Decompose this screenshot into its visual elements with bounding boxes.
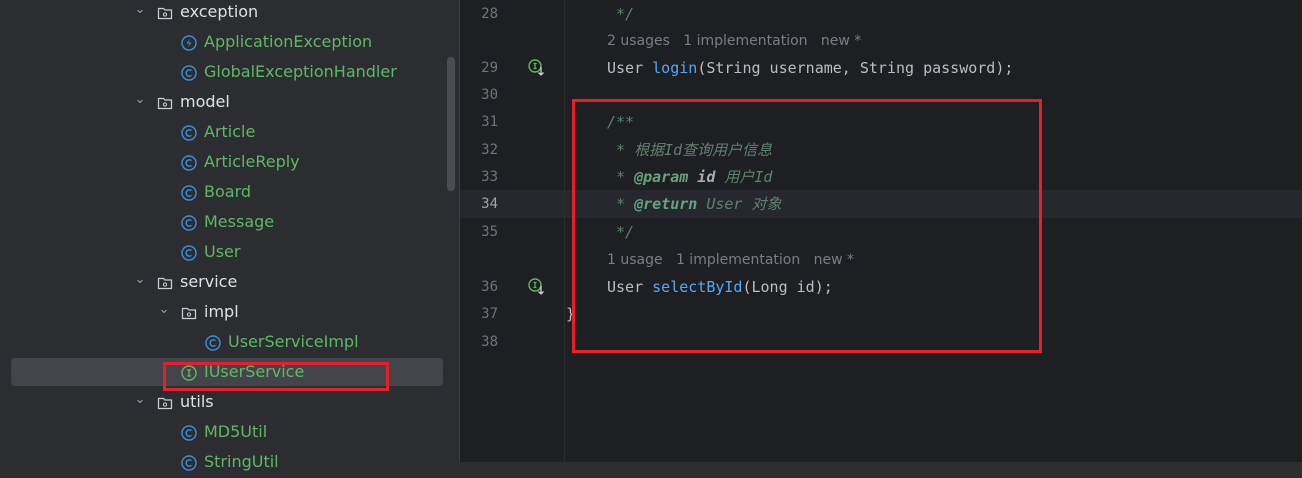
tree-file-MD5Util[interactable]: MD5Util [0, 418, 459, 448]
line-number: 33 [481, 169, 498, 185]
interface-icon [181, 365, 197, 381]
class-icon [181, 185, 197, 201]
folder-icon [157, 275, 173, 291]
tree-scrollbar[interactable] [447, 57, 455, 191]
line-number: 30 [481, 87, 498, 103]
tree-item-label: Article [204, 122, 256, 141]
tree-folder-impl[interactable]: ⌄ impl [0, 298, 459, 328]
line-number: 29 [481, 60, 498, 76]
line-number: 28 [481, 6, 498, 22]
tree-folder-utils[interactable]: ⌄ utils [0, 388, 459, 418]
chevron-down-icon[interactable]: ⌄ [157, 298, 171, 328]
chevron-down-icon[interactable]: ⌄ [133, 88, 147, 118]
method-name: login [652, 59, 698, 77]
exception-class-icon [181, 35, 197, 51]
code-line: * 根据Id查询用户信息 [607, 136, 772, 164]
javadoc-tag: @return [634, 195, 698, 213]
tree-item-label: IUserService [204, 362, 305, 381]
folder-icon [157, 395, 173, 411]
implemented-icon[interactable] [528, 278, 546, 296]
tree-folder-service[interactable]: ⌄ service [0, 268, 459, 298]
class-icon [181, 455, 197, 471]
gutter-divider [564, 0, 565, 462]
line-number: 32 [481, 142, 498, 158]
line-number: 36 [481, 279, 498, 295]
doc-comment: 用户Id [715, 168, 773, 186]
tree-file-Message[interactable]: Message [0, 208, 459, 238]
tree-folder-model[interactable]: ⌄ model [0, 88, 459, 118]
tree-item-label: impl [204, 302, 239, 321]
tree-item-label: StringUtil [204, 452, 279, 471]
method-name: selectById [652, 278, 743, 296]
tree-item-label: model [180, 92, 230, 111]
chevron-down-icon[interactable]: ⌄ [133, 268, 147, 298]
method-params: (Long id); [742, 278, 833, 296]
method-params: (String username, String password); [697, 59, 1014, 77]
class-icon [205, 335, 221, 351]
javadoc-param-name: id [688, 168, 716, 186]
tree-file-StringUtil[interactable]: StringUtil [0, 448, 459, 478]
doc-comment: */ [607, 5, 635, 23]
class-icon [181, 245, 197, 261]
code-line: * @param id 用户Id [607, 163, 772, 191]
tree-file-Board[interactable]: Board [0, 178, 459, 208]
tree-file-ApplicationException[interactable]: ApplicationException [0, 28, 459, 58]
folder-icon [157, 95, 173, 111]
tree-item-label: ArticleReply [204, 152, 300, 171]
current-line-highlight [460, 190, 1302, 218]
class-icon [181, 215, 197, 231]
tree-item-label: User [204, 242, 241, 261]
code-line: /** [607, 108, 634, 136]
line-number: 35 [481, 224, 498, 240]
code-vision-hint[interactable]: 1 usage 1 implementation new * [607, 248, 854, 272]
tree-file-Article[interactable]: Article [0, 118, 459, 148]
doc-comment: */ [607, 223, 635, 241]
closing-brace: } [566, 305, 576, 323]
code-line: */ [607, 0, 634, 28]
tree-item-label: Message [204, 212, 275, 231]
tree-item-label: UserServiceImpl [228, 332, 359, 351]
tree-file-ArticleReply[interactable]: ArticleReply [0, 148, 459, 178]
doc-comment: * [607, 195, 635, 213]
tree-file-UserServiceImpl[interactable]: UserServiceImpl [0, 328, 459, 358]
tree-item-label: MD5Util [204, 422, 268, 441]
code-line: */ [607, 218, 634, 246]
tree-item-label: Board [204, 182, 252, 201]
line-number: 34 [481, 196, 498, 212]
tree-item-label: exception [180, 2, 259, 21]
doc-comment: * [607, 168, 635, 186]
class-icon [181, 65, 197, 81]
tree-folder-exception[interactable]: ⌄ exception [0, 0, 459, 28]
project-tree-panel: ⌄ exception ApplicationException GlobalExce… [0, 0, 459, 471]
code-line: User login(String username, String passw… [607, 54, 1013, 82]
doc-comment: * 根据Id查询用户信息 [607, 141, 773, 159]
implemented-icon[interactable] [528, 59, 546, 77]
tree-item-label: utils [180, 392, 214, 411]
folder-icon [181, 305, 197, 321]
class-icon [181, 125, 197, 141]
tree-item-label: GlobalExceptionHandler [204, 62, 397, 81]
doc-comment: User 对象 [697, 195, 782, 213]
tree-file-User[interactable]: User [0, 238, 459, 268]
chevron-down-icon[interactable]: ⌄ [133, 0, 147, 28]
tree-item-label: service [180, 272, 238, 291]
return-type: User [607, 59, 653, 77]
tree-file-GlobalExceptionHandler[interactable]: GlobalExceptionHandler [0, 58, 459, 88]
tree-item-label: ApplicationException [204, 32, 373, 51]
code-line: * @return User 对象 [607, 190, 782, 218]
javadoc-tag: @param [634, 168, 689, 186]
code-line: } [566, 300, 575, 328]
tree-file-IUserService[interactable]: IUserService [0, 358, 459, 388]
code-line: User selectById(Long id); [607, 273, 833, 301]
line-number: 38 [481, 334, 498, 350]
class-icon [181, 425, 197, 441]
chevron-down-icon[interactable]: ⌄ [133, 388, 147, 418]
doc-comment: /** [607, 113, 635, 131]
line-number: 31 [481, 114, 498, 130]
return-type: User [607, 278, 653, 296]
class-icon [181, 155, 197, 171]
code-vision-hint[interactable]: 2 usages 1 implementation new * [607, 29, 861, 53]
folder-icon [157, 5, 173, 21]
line-number: 37 [481, 306, 498, 322]
